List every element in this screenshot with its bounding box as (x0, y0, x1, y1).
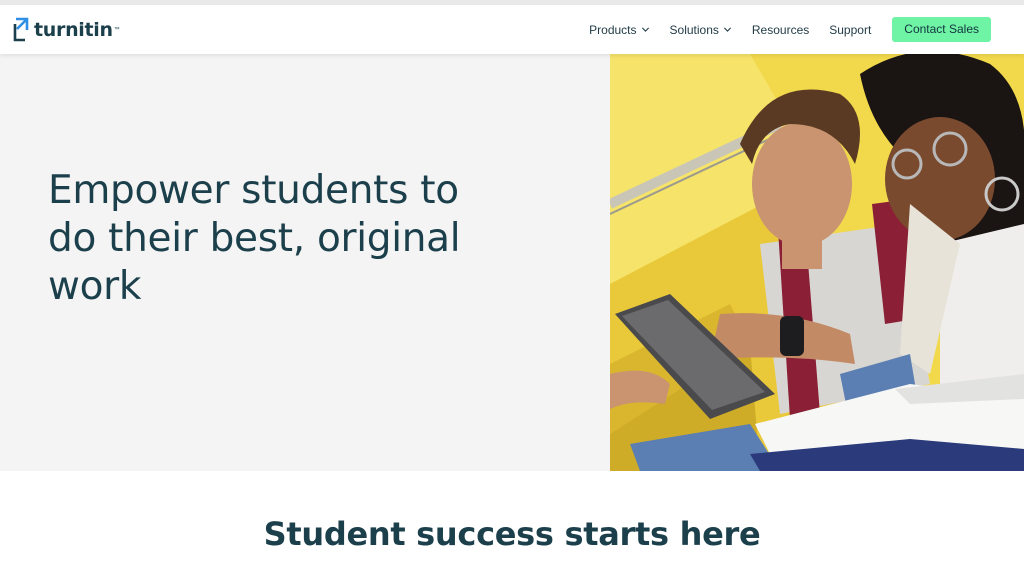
trademark-symbol: ™ (113, 27, 120, 33)
turnitin-logo-icon (13, 17, 29, 42)
hero-image (610, 54, 1024, 471)
nav-label-products: Products (589, 22, 637, 37)
turnitin-logo[interactable]: turnitin ™ (12, 16, 120, 44)
site-header: turnitin ™ Products Solutions Resources … (0, 5, 1024, 54)
chevron-down-icon (723, 27, 731, 32)
hero-headline: Empower students to do their best, origi… (48, 168, 461, 309)
nav-item-solutions[interactable]: Solutions (670, 23, 732, 37)
nav-item-products[interactable]: Products (589, 23, 649, 37)
chevron-down-icon (641, 27, 649, 32)
nav-label-resources: Resources (751, 22, 810, 37)
nav-item-resources[interactable]: Resources (752, 23, 809, 37)
nav-item-support[interactable]: Support (829, 23, 871, 37)
logo-text: turnitin (34, 19, 113, 41)
nav-label-support: Support (829, 22, 872, 37)
hero-text-panel: Empower students to do their best, origi… (0, 54, 610, 471)
students-photo-illustration (610, 54, 1024, 471)
section-title: Student success starts here (263, 515, 761, 553)
nav-label-solutions: Solutions (669, 22, 719, 37)
main-nav: Products Solutions Resources Support Con… (589, 17, 991, 42)
contact-sales-button[interactable]: Contact Sales (892, 17, 991, 42)
